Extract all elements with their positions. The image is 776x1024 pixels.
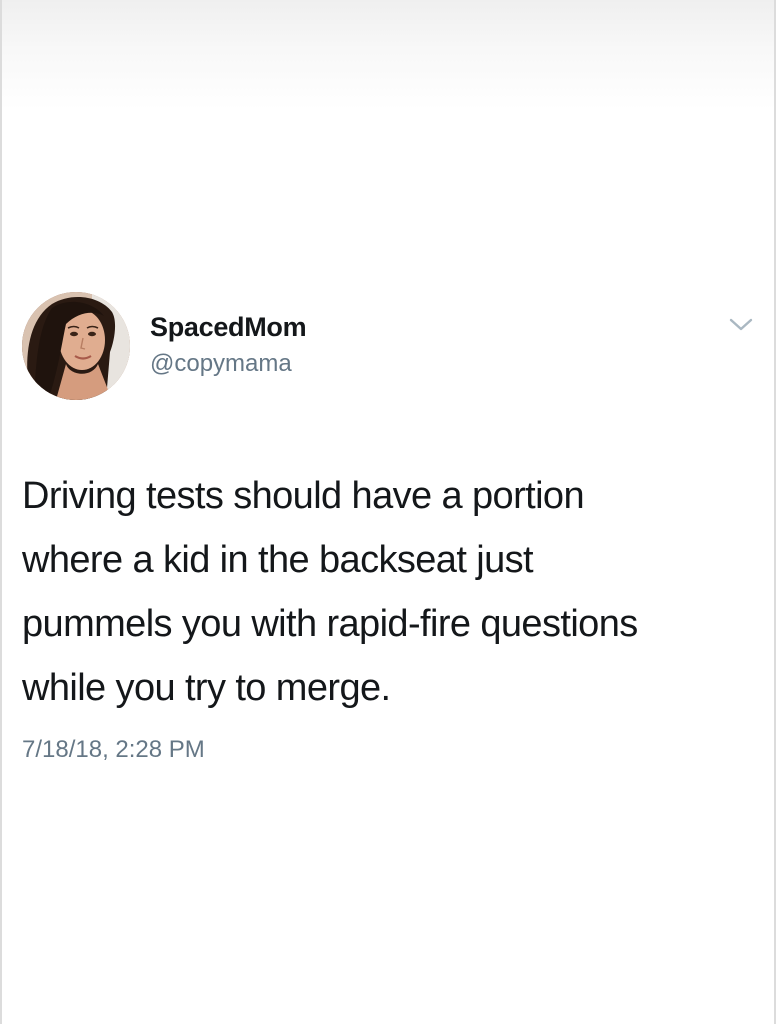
user-handle[interactable]: @copymama bbox=[150, 348, 306, 380]
profile-photo-icon bbox=[22, 292, 130, 400]
tweet-text-line: Driving tests should have a portion bbox=[22, 475, 585, 517]
tweet-text-line: where a kid in the backseat just bbox=[22, 539, 534, 581]
avatar[interactable] bbox=[22, 292, 130, 400]
tweet-card: SpacedMom @copymama Driving tests should… bbox=[0, 0, 776, 1024]
author-block[interactable]: SpacedMom @copymama bbox=[150, 310, 307, 380]
tweet-text-line: while you try to merge. bbox=[22, 667, 391, 709]
chevron-down-icon[interactable] bbox=[728, 316, 754, 334]
tweet-timestamp[interactable]: 7/18/18, 2:28 PM bbox=[22, 734, 205, 766]
tweet-text: Driving tests should have a portion wher… bbox=[22, 464, 762, 720]
tweet-text-line: pummels you with rapid-fire questions bbox=[22, 603, 638, 645]
display-name[interactable]: SpacedMom bbox=[150, 310, 307, 344]
